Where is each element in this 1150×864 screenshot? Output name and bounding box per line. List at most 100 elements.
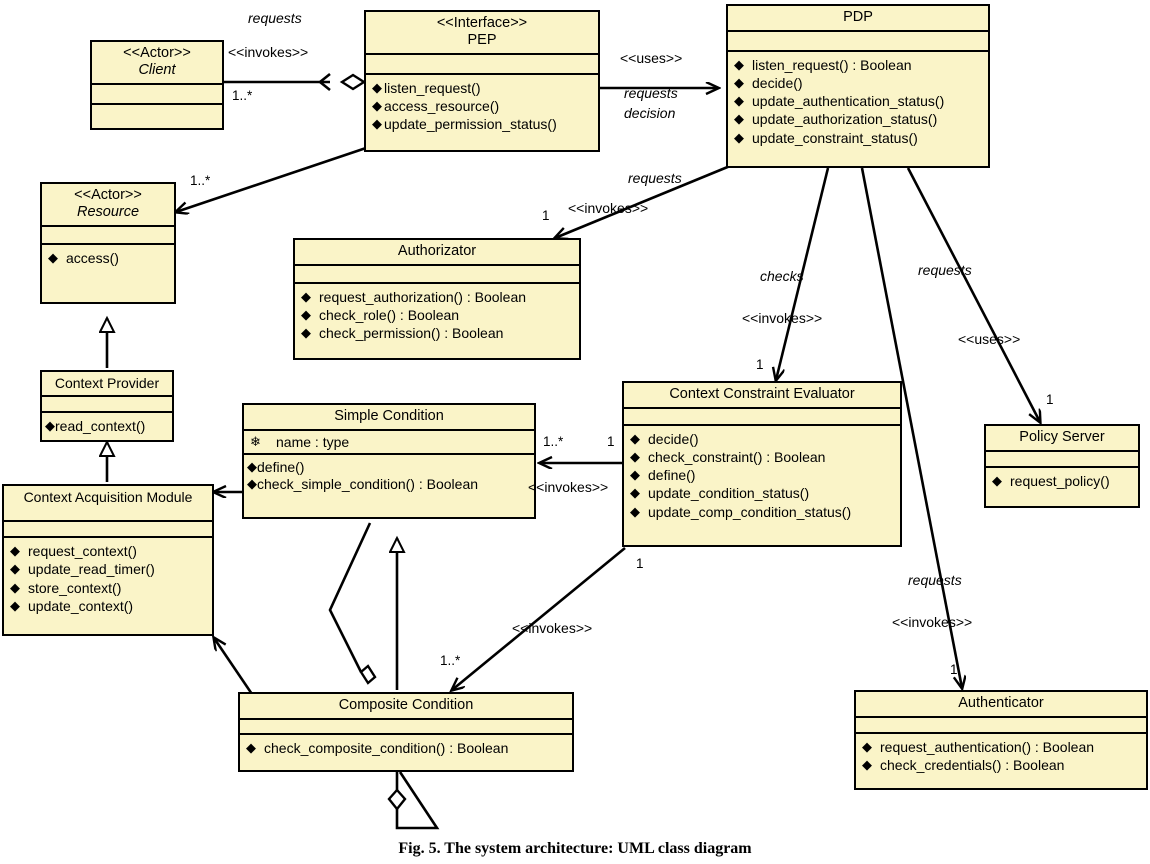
class-composite-condition-name: Composite Condition [338,697,474,713]
operation-label: update_comp_condition_status() [648,503,852,520]
member-bullet-icon: ❄ [250,433,261,449]
operation-label: check_constraint() : Boolean [648,449,826,465]
class-pdp[interactable]: PDP ◆ listen_request() : Boolean ◆ decide(… [726,4,990,168]
class-resource[interactable]: <<Actor>> Resource ◆ access() [40,182,176,304]
member-bullet-icon: ◆ [630,430,640,446]
class-auth-attributes [856,718,1146,732]
class-context-provider[interactable]: Context Provider ◆ read_context() [40,370,174,442]
class-pdp-attributes [728,32,988,50]
multiplicity-pep-resource: 1..* [190,173,211,188]
class-authenticator[interactable]: Authenticator ◆ request_authentication() … [854,690,1148,790]
class-context-provider-attributes [42,397,172,411]
member-bullet-icon: ◆ [630,485,640,501]
multiplicity-eval-simple-src: 1 [607,434,615,449]
class-client-operations [92,105,222,123]
class-composite-condition[interactable]: Composite Condition ◆ check_composite_con… [238,692,574,772]
class-cam-operations: ◆ request_context() ◆ update_read_timer() … [4,538,212,620]
class-context-acquisition-module[interactable]: Context Acquisition Module ◆ request_cont… [2,484,214,636]
member-bullet-icon: ◆ [247,459,257,474]
class-pdp-operations: ◆ listen_request() : Boolean ◆ decide() ◆ u… [728,52,988,152]
class-pep-stereotype: <<Interface>> [436,15,528,31]
multiplicity-eval-composite-dst: 1..* [440,653,461,668]
operation-row: ◆ request_authentication() : Boolean [862,738,1142,756]
class-client-name: Client [138,61,176,78]
member-bullet-icon: ◆ [301,288,311,304]
operation-row: ◆ check_permission() : Boolean [301,324,575,342]
class-simple-condition-title: Simple Condition [244,405,534,429]
class-cce-title: Context Constraint Evaluator [624,383,900,407]
multiplicity-client-pep: 1..* [232,88,253,103]
multiplicity-pdp-evaluator: 1 [756,357,764,372]
class-sc-operations: ◆ define() ◆ check_simple_condition() : Bo… [244,455,534,499]
member-bullet-icon: ◆ [45,418,55,434]
member-bullet-icon: ◆ [301,307,311,322]
operation-row: ◆ check_composite_condition() : Boolean [246,739,568,757]
member-bullet-icon: ◆ [630,449,640,464]
operation-row: ◆ store_context() [10,579,208,597]
class-authorizator[interactable]: Authorizator ◆ request_authorization() : … [293,238,581,360]
operation-row: ◆ update_context() [10,597,208,615]
edge-label-pdp-authenticator-invokes: <<invokes>> [892,614,973,630]
operation-label: check_simple_condition() : Boolean [257,476,479,493]
class-pep-operations: ◆ listen_request() ◆ access_resource() ◆ up… [366,75,598,139]
class-context-provider-title: Context Provider [42,372,172,395]
operation-label: check_permission() : Boolean [319,325,504,342]
class-context-acquisition-module-name: Context Acquisition Module [23,489,193,505]
operation-row: ◆ read_context() [45,417,168,435]
operation-label: request_policy() [1010,472,1110,489]
class-resource-stereotype: <<Actor>> [74,187,142,203]
operation-label: request_authorization() : Boolean [319,288,527,305]
class-simple-condition[interactable]: Simple Condition ❄ name : type ◆ define() … [242,403,536,519]
member-bullet-icon: ◆ [372,116,382,131]
member-bullet-icon: ◆ [10,543,20,559]
operation-label: listen_request() [384,79,481,96]
class-ps-operations: ◆ request_policy() [986,468,1138,495]
operation-row: ◆ request_context() [10,542,208,560]
member-bullet-icon: ◆ [734,111,744,127]
multiplicity-pdp-authenticator: 1 [950,662,958,677]
operation-label: access_resource() [384,97,500,114]
class-pdp-name: PDP [843,9,873,25]
multiplicity-pdp-authorizator: 1 [542,208,550,223]
operation-label: update_constraint_status() [752,129,918,146]
class-context-provider-operations: ◆ read_context() [42,413,172,440]
operation-label: listen_request() : Boolean [752,56,912,73]
member-bullet-icon: ◆ [734,129,744,145]
operation-row: ◆ update_constraint_status() [734,129,984,147]
operation-row: ◆ request_policy() [992,472,1134,490]
member-bullet-icon: ◆ [10,597,20,613]
member-bullet-icon: ◆ [734,56,744,72]
class-resource-operations: ◆ access() [42,245,174,272]
class-authorizator-name: Authorizator [397,243,477,259]
edge-label-pep-pdp-decision: decision [624,105,676,121]
operation-row: ◆ request_authorization() : Boolean [301,288,575,306]
class-policy-server-name: Policy Server [1019,429,1105,445]
uml-class-diagram: <<Actor>> Client <<Interface>> PEP ◆ list… [0,0,1150,864]
edge-label-pdp-authenticator-requests: requests [908,572,962,588]
operation-label: check_credentials() : Boolean [880,757,1065,773]
operation-row: ◆ update_comp_condition_status() [630,503,896,521]
class-pep[interactable]: <<Interface>> PEP ◆ listen_request() ◆ acc… [364,10,600,152]
class-context-acquisition-module-title: Context Acquisition Module [4,486,212,509]
class-policy-server[interactable]: Policy Server ◆ request_policy() [984,424,1140,508]
member-bullet-icon: ◆ [372,79,382,95]
operation-row: ◆ decide() [734,74,984,92]
operation-row: ◆ update_condition_status() [630,484,896,502]
class-authorizator-attributes [295,266,579,282]
edge-label-pep-pdp-requests: requests [624,85,678,101]
class-composite-condition-title: Composite Condition [240,694,572,718]
class-context-constraint-evaluator[interactable]: Context Constraint Evaluator ◆ decide() ◆… [622,381,902,547]
class-client[interactable]: <<Actor>> Client [90,40,224,130]
member-bullet-icon: ◆ [48,249,58,265]
class-cce-operations: ◆ decide() ◆ check_constraint() : Boolean … [624,426,900,526]
operation-row: ◆ define() [630,466,896,484]
class-authorizator-title: Authorizator [295,240,579,264]
class-authorizator-operations: ◆ request_authorization() : Boolean ◆ chec… [295,284,579,348]
multiplicity-eval-composite-src: 1 [636,556,644,571]
member-bullet-icon: ◆ [630,503,640,519]
operation-label: update_authorization_status() [752,111,938,128]
operation-row: ◆ update_permission_status() [372,115,594,133]
class-pep-title: <<Interface>> PEP [366,12,598,53]
operation-label: access() [66,249,119,266]
class-pep-name: PEP [467,31,497,48]
